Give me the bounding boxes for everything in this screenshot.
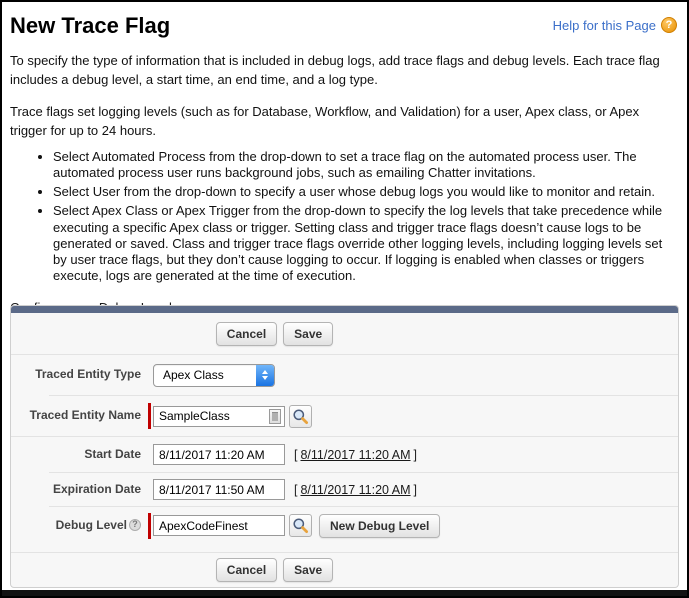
expiration-date-now-link[interactable]: 8/11/2017 11:20 AM	[300, 483, 410, 497]
trace-flag-form-panel: Cancel Save Traced Entity Type Apex Clas…	[10, 305, 679, 588]
debug-level-input[interactable]	[153, 515, 285, 536]
expiration-date-input[interactable]	[153, 479, 285, 500]
cancel-button[interactable]: Cancel	[216, 558, 277, 582]
help-icon[interactable]: ?	[661, 17, 677, 33]
bottom-button-row: Cancel Save	[11, 553, 678, 587]
required-indicator	[148, 513, 151, 539]
list-item: Select Apex Class or Apex Trigger from t…	[53, 203, 679, 284]
field-row-traced-entity-type: Traced Entity Type Apex Class	[11, 355, 678, 395]
chevron-updown-icon	[256, 365, 274, 386]
traced-entity-name-label: Traced Entity Name	[11, 409, 141, 422]
cancel-button[interactable]: Cancel	[216, 322, 277, 346]
page: New Trace Flag Help for this Page ? To s…	[0, 0, 689, 598]
traced-entity-type-control: Apex Class	[153, 364, 275, 387]
field-row-traced-entity-name: Traced Entity Name	[11, 396, 678, 436]
field-row-expiration-date: Expiration Date [ 8/11/2017 11:20 AM ]	[11, 473, 678, 506]
page-content: New Trace Flag Help for this Page ? To s…	[2, 2, 687, 317]
expiration-date-now-link-wrap: [ 8/11/2017 11:20 AM ]	[294, 483, 417, 497]
selected-option: Apex Class	[163, 368, 224, 382]
chevron-up-icon	[262, 370, 268, 374]
start-date-control: [ 8/11/2017 11:20 AM ]	[153, 444, 417, 465]
expiration-date-control: [ 8/11/2017 11:20 AM ]	[153, 479, 417, 500]
traced-entity-type-select[interactable]: Apex Class	[153, 364, 275, 387]
traced-entity-name-input-wrap	[153, 406, 285, 427]
combobox-icon[interactable]	[269, 409, 281, 424]
save-button[interactable]: Save	[283, 558, 333, 582]
traced-entity-name-input[interactable]	[153, 406, 285, 427]
bracket-open: [	[294, 448, 297, 462]
instructions-list: Select Automated Process from the drop-d…	[38, 149, 679, 284]
field-row-debug-level: Debug Level? New Debug Level	[11, 507, 678, 544]
intro-paragraph-1: To specify the type of information that …	[10, 52, 679, 89]
page-header: New Trace Flag Help for this Page ?	[10, 2, 679, 38]
traced-entity-type-label: Traced Entity Type	[11, 368, 141, 381]
bracket-open: [	[294, 483, 297, 497]
debug-level-control: New Debug Level	[153, 513, 440, 539]
panel-spacer	[11, 544, 678, 552]
traced-entity-name-lookup-button[interactable]	[289, 405, 312, 428]
debug-level-lookup-button[interactable]	[289, 514, 312, 537]
magnifier-icon	[292, 517, 309, 534]
page-title: New Trace Flag	[10, 13, 170, 38]
magnifier-icon	[292, 408, 309, 425]
debug-level-label: Debug Level?	[11, 519, 141, 532]
required-indicator	[148, 403, 151, 429]
help-area: Help for this Page ?	[553, 13, 679, 33]
intro-paragraph-2: Trace flags set logging levels (such as …	[10, 103, 679, 140]
help-link[interactable]: Help for this Page	[553, 18, 656, 33]
list-item: Select Automated Process from the drop-d…	[53, 149, 679, 181]
chevron-down-icon	[262, 376, 268, 380]
field-row-start-date: Start Date [ 8/11/2017 11:20 AM ]	[11, 437, 678, 472]
bracket-close: ]	[414, 448, 417, 462]
start-date-input[interactable]	[153, 444, 285, 465]
list-item: Select User from the drop-down to specif…	[53, 184, 679, 200]
new-debug-level-button[interactable]: New Debug Level	[319, 514, 440, 538]
start-date-now-link-wrap: [ 8/11/2017 11:20 AM ]	[294, 448, 417, 462]
save-button[interactable]: Save	[283, 322, 333, 346]
top-button-row: Cancel Save	[11, 313, 678, 354]
start-date-now-link[interactable]: 8/11/2017 11:20 AM	[300, 448, 410, 462]
debug-level-label-text: Debug Level	[56, 518, 127, 532]
debug-level-input-wrap	[153, 515, 285, 536]
traced-entity-name-control	[153, 403, 312, 429]
expiration-date-label: Expiration Date	[11, 483, 141, 496]
field-help-icon[interactable]: ?	[129, 519, 141, 531]
panel-top-bar	[11, 306, 678, 313]
start-date-label: Start Date	[11, 448, 141, 461]
window-bottom-bar	[2, 590, 687, 596]
bracket-close: ]	[414, 483, 417, 497]
